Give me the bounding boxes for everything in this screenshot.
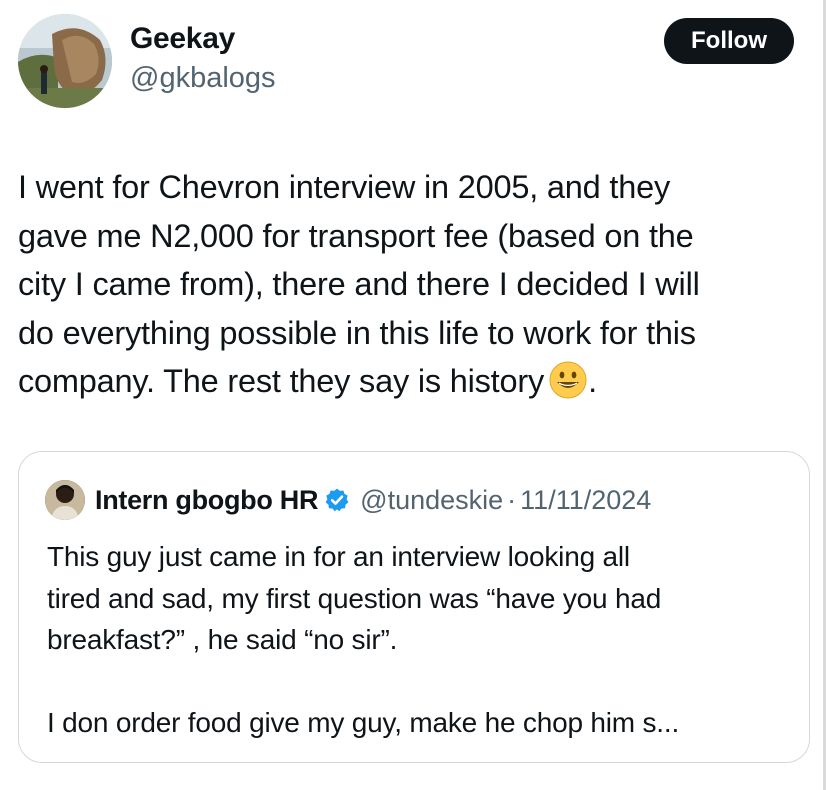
tweet-body: I went for Chevron interview in 2005, an… (18, 163, 808, 406)
quoted-avatar-photo (45, 480, 85, 520)
author-names: Geekay @gkbalogs (130, 22, 276, 95)
tweet-line: do everything possible in this life to w… (18, 314, 696, 351)
quoted-tweet-card[interactable]: Intern gbogbo HR @tundeskie · 11/11/2024… (18, 451, 810, 763)
quoted-line: breakfast?” , he said “no sir”. (47, 624, 398, 655)
quoted-author-avatar[interactable] (45, 480, 85, 520)
author-avatar[interactable] (18, 14, 112, 108)
quoted-handle[interactable]: @tundeskie (360, 485, 503, 516)
quoted-line: tired and sad, my first question was “ha… (47, 582, 662, 614)
quoted-tweet-header: Intern gbogbo HR @tundeskie · 11/11/2024 (45, 480, 651, 520)
tweet-end-punct: . (588, 363, 597, 399)
author-display-name[interactable]: Geekay (130, 22, 276, 56)
tweet-line: city I came from), there and there I dec… (18, 266, 700, 302)
tweet-line-last: company. The rest they say is history . (18, 357, 808, 406)
scrollbar[interactable] (823, 0, 826, 790)
tweet-line: I went for Chevron interview in 2005, an… (18, 169, 671, 205)
author-handle[interactable]: @gkbalogs (130, 61, 276, 95)
quoted-display-name[interactable]: Intern gbogbo HR (95, 485, 318, 516)
quoted-tweet-body: This guy just came in for an interview l… (47, 536, 787, 744)
tweet-header: Geekay @gkbalogs Follow (18, 14, 798, 110)
paragraph-break (47, 661, 787, 703)
follow-button[interactable]: Follow (664, 18, 794, 64)
tweet-page: Geekay @gkbalogs Follow I went for Chevr… (0, 0, 828, 790)
tweet-line-text: company. The rest they say is history (18, 363, 545, 399)
quoted-date[interactable]: 11/11/2024 (520, 485, 651, 516)
tweet-line: gave me N2,000 for transport fee (based … (18, 217, 694, 254)
quoted-line: This guy just came in for an interview l… (47, 541, 630, 572)
grinning-face-emoji-icon (549, 361, 587, 399)
quoted-separator: · (507, 484, 517, 515)
quoted-line-truncated: I don order food give my guy, make he ch… (47, 707, 680, 738)
avatar-photo (18, 14, 112, 108)
verified-badge-icon (325, 488, 349, 512)
